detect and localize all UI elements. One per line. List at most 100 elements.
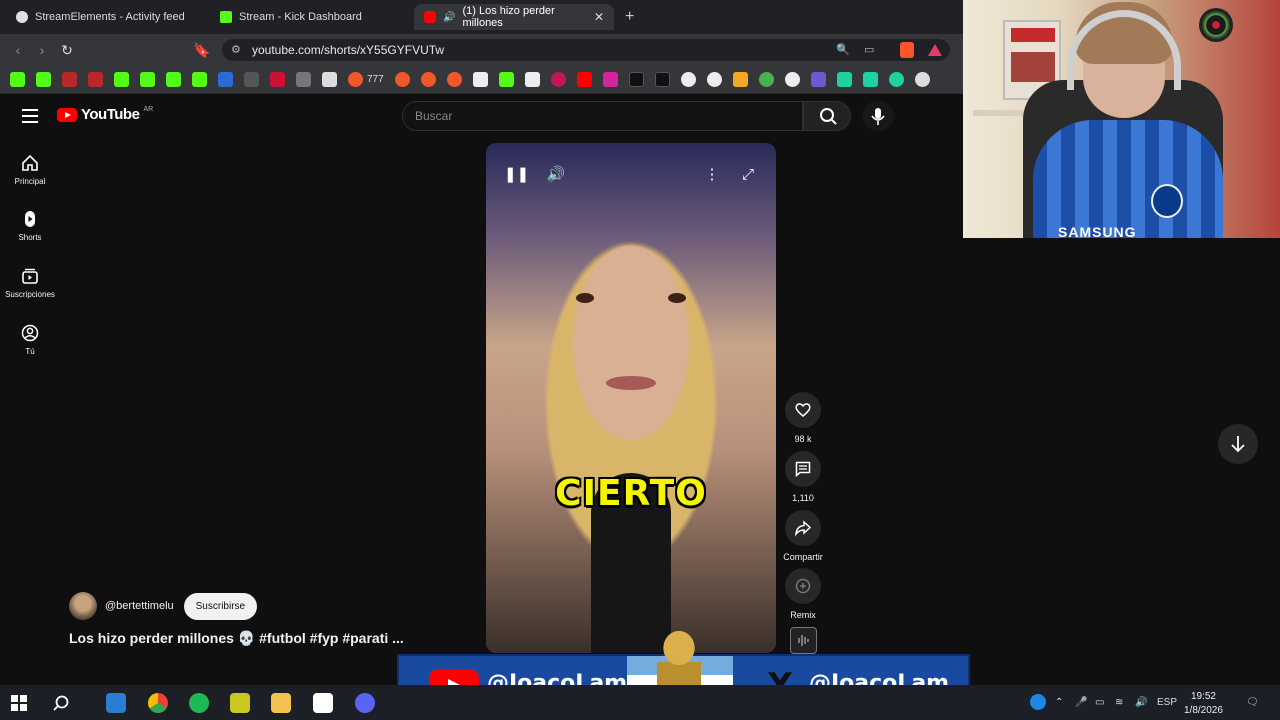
close-tab-icon[interactable]: ✕ (594, 10, 604, 24)
forward-icon[interactable]: › (32, 40, 52, 60)
bookmark-youtube-icon[interactable] (576, 72, 592, 87)
battery-icon[interactable]: ▭ (1095, 697, 1104, 708)
back-icon[interactable]: ‹ (8, 40, 28, 60)
bookmark-x-icon[interactable] (654, 72, 670, 87)
bookmark-app-icon[interactable] (62, 72, 77, 87)
bookmark-app-icon[interactable] (862, 72, 878, 87)
shorts-video-player[interactable]: CIERTO ❚❚ 🔊 ⋮ ⤢ (486, 143, 776, 653)
bookmark-google-icon[interactable] (706, 72, 722, 87)
brave-rewards-icon[interactable] (928, 44, 942, 56)
youtube-logo[interactable]: YouTube AR (57, 106, 153, 123)
chevron-up-icon[interactable]: ⌃ (1055, 697, 1063, 708)
bookmark-app-icon[interactable] (420, 72, 436, 87)
bookmark-app-icon[interactable] (296, 72, 311, 87)
comments-circle[interactable] (785, 451, 821, 487)
volume-icon[interactable]: 🔊 (544, 163, 568, 187)
windows-start-icon[interactable] (11, 695, 27, 711)
bookmark-google-icon[interactable] (680, 72, 696, 87)
bookmark-app-icon[interactable] (758, 72, 774, 87)
chrome-icon[interactable] (148, 693, 168, 713)
fullscreen-icon[interactable]: ⤢ (736, 163, 760, 187)
bookmark-app-icon[interactable] (322, 72, 337, 87)
share-circle[interactable] (785, 510, 821, 546)
bookmark-app-icon[interactable] (524, 72, 540, 87)
reload-icon[interactable]: ↻ (57, 40, 77, 60)
video-title[interactable]: Los hizo perder millones 💀 #futbol #fyp … (69, 630, 404, 647)
bookmark-app-icon[interactable] (784, 72, 800, 87)
site-info-icon[interactable]: ⚙ (231, 43, 241, 56)
comment-icon (795, 461, 811, 478)
bookmark-casino-icon[interactable] (348, 72, 363, 87)
file-explorer-icon[interactable] (271, 693, 291, 713)
share-button[interactable]: Compartir (783, 510, 823, 562)
tab-youtube-short[interactable]: 🔊 (1) Los hizo perder millones ✕ (414, 4, 614, 30)
tab-streamelements[interactable]: StreamElements - Activity feed (6, 4, 202, 30)
help-icon[interactable] (1030, 694, 1046, 710)
bookmark-app-icon[interactable] (732, 72, 748, 87)
search-button[interactable] (803, 101, 851, 131)
bookmark-kick-icon[interactable] (192, 72, 207, 87)
bookmark-app-icon[interactable] (836, 72, 852, 87)
bookmark-app-icon[interactable] (888, 72, 904, 87)
brave-shield-icon[interactable] (900, 42, 914, 58)
language-indicator[interactable]: ESP (1157, 697, 1177, 708)
search-input[interactable]: Buscar (402, 101, 803, 131)
discord-icon[interactable] (355, 693, 375, 713)
microphone-tray-icon[interactable]: 🎤 (1075, 697, 1087, 708)
bookmark-label[interactable]: 777 (367, 74, 384, 85)
bookmark-app-icon[interactable] (218, 72, 233, 87)
voice-search-button[interactable] (862, 101, 894, 131)
bookmark-app-icon[interactable] (810, 72, 826, 87)
next-video-button[interactable] (1218, 424, 1258, 464)
mail-app-icon[interactable] (106, 693, 126, 713)
remix-button[interactable]: Remix (783, 568, 823, 620)
bookmark-app-icon[interactable] (472, 72, 488, 87)
wifi-icon[interactable]: ≋ (1115, 697, 1123, 708)
spotify-icon[interactable] (189, 693, 209, 713)
bookmark-tiktok-icon[interactable] (628, 72, 644, 87)
capcut-icon[interactable] (313, 693, 333, 713)
remix-circle[interactable] (785, 568, 821, 604)
bookmark-app-icon[interactable] (550, 72, 566, 87)
clock[interactable]: 19:52 1/8/2026 (1184, 690, 1223, 718)
app-icon[interactable] (230, 693, 250, 713)
bookmark-settings-icon[interactable] (914, 72, 930, 87)
cast-icon[interactable]: ▭ (864, 43, 874, 56)
like-circle[interactable] (785, 392, 821, 428)
like-button[interactable]: 98 k (783, 392, 823, 444)
more-options-icon[interactable]: ⋮ (700, 163, 724, 187)
new-tab-button[interactable]: + (625, 8, 634, 26)
bookmark-instagram-icon[interactable] (602, 72, 618, 87)
video-frame-lips (606, 376, 656, 390)
sidebar-item-suscripciones[interactable]: Suscripciones (0, 267, 60, 299)
subscribe-button[interactable]: Suscribirse (183, 592, 258, 620)
bookmark-app-icon[interactable] (498, 72, 514, 87)
sidebar-item-tu[interactable]: Tú (0, 324, 60, 356)
channel-avatar[interactable] (69, 592, 97, 620)
sound-button[interactable] (790, 627, 817, 654)
bookmark-app-icon[interactable] (446, 72, 462, 87)
tab-kick-dashboard[interactable]: Stream - Kick Dashboard (210, 4, 410, 30)
sidebar-item-shorts[interactable]: Shorts (0, 210, 60, 242)
zoom-icon[interactable]: 🔍 (836, 43, 850, 56)
remix-label: Remix (790, 610, 816, 620)
bookmark-app-icon[interactable] (88, 72, 103, 87)
pause-icon[interactable]: ❚❚ (504, 163, 529, 187)
menu-icon[interactable] (22, 109, 38, 123)
bookmark-app-icon[interactable] (244, 72, 259, 87)
channel-name[interactable]: @bertettimelu (105, 600, 174, 612)
notifications-icon[interactable]: 🗨 (1246, 697, 1259, 708)
bookmark-kick-icon[interactable] (10, 72, 25, 87)
bookmark-app-icon[interactable] (270, 72, 285, 87)
sidebar-item-principal[interactable]: Principal (0, 154, 60, 186)
bookmark-kick-icon[interactable] (36, 72, 51, 87)
bookmark-app-icon[interactable] (394, 72, 410, 87)
bookmark-kick-icon[interactable] (140, 72, 155, 87)
comments-button[interactable]: 1,110 (783, 451, 823, 503)
bookmark-kick-icon[interactable] (114, 72, 129, 87)
bookmark-icon[interactable]: 🔖 (192, 40, 212, 60)
arrow-down-icon (1231, 436, 1245, 453)
bookmark-kick-icon[interactable] (166, 72, 181, 87)
search-taskbar-icon[interactable] (52, 694, 70, 717)
volume-tray-icon[interactable]: 🔊 (1135, 697, 1147, 708)
